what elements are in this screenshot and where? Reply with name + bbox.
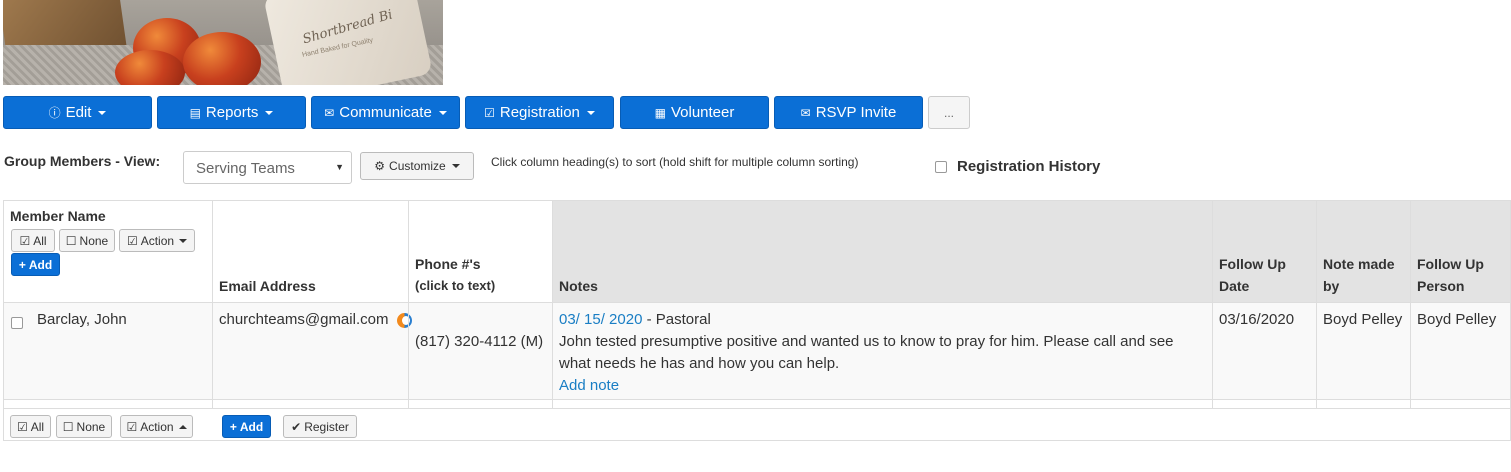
customize-button-label: Customize (389, 159, 446, 173)
chevron-down-icon: ▼ (335, 162, 344, 172)
calendar-icon: ▦ (654, 105, 666, 120)
column-divider (553, 201, 1213, 411)
footer-add-label: Add (239, 419, 264, 434)
members-table: Member Name ☑ All ☐ None ☑ Action + Add … (3, 200, 1511, 441)
envelope-outline-icon: ✉ (800, 105, 811, 120)
view-bar: Group Members - View: Serving Teams ▼ ⚙ … (4, 150, 1204, 186)
banner-image: Shortbread Bi Hand Baked for Quality (3, 0, 443, 85)
footer-none-label: None (76, 419, 106, 434)
registration-button-label: Registration (499, 104, 580, 121)
shortbread-bag-graphic: Shortbread Bi Hand Baked for Quality (263, 0, 433, 85)
follow-up-person-value: Boyd Pelley (1417, 311, 1497, 328)
footer-action-button[interactable]: ☑ Action (120, 415, 193, 438)
follow-up-person-header[interactable]: Follow Up Person (1417, 253, 1484, 297)
view-select[interactable]: Serving Teams ▼ (183, 151, 352, 184)
footer-all-label: All (30, 419, 45, 434)
reports-button-label: Reports (205, 104, 259, 121)
group-members-view-label: Group Members - View: (4, 153, 161, 169)
communicate-button-label: Communicate (339, 104, 432, 121)
column-divider (1317, 201, 1411, 411)
sort-hint: Click column heading(s) to sort (hold sh… (491, 155, 859, 169)
registration-history-toggle[interactable]: Registration History (935, 158, 1100, 175)
square-icon: ☐ (62, 419, 74, 434)
column-divider (1213, 201, 1317, 411)
customize-button[interactable]: ⚙ Customize (360, 152, 474, 180)
footer-register-label: Register (304, 419, 349, 434)
registration-history-label: Registration History (957, 158, 1101, 175)
view-select-value: Serving Teams (196, 160, 295, 177)
apple-graphic (183, 32, 261, 85)
rsvp-invite-button[interactable]: ✉ RSVP Invite (774, 96, 923, 129)
rsvp-invite-button-label: RSVP Invite (815, 104, 897, 121)
caret-down-icon (451, 164, 460, 168)
footer-register-button[interactable]: ✔ Register (283, 415, 357, 438)
footer-add-button[interactable]: + Add (222, 415, 271, 438)
more-button-label: ... (943, 105, 954, 120)
follow-up-person-header-line2: Person (1417, 278, 1465, 294)
caret-down-icon (98, 110, 107, 115)
caret-down-icon (438, 110, 447, 115)
footer-action-label: Action (140, 419, 174, 434)
info-icon: ⓘ (48, 106, 61, 120)
column-divider (4, 201, 213, 411)
registration-button[interactable]: ☑ Registration (465, 96, 614, 129)
caret-up-icon (178, 424, 187, 429)
table-footer: ☑ All ☐ None ☑ Action + Add ✔ Register (4, 408, 1510, 440)
column-divider (409, 201, 553, 411)
plus-icon: + (229, 419, 237, 434)
follow-up-person-header-line1: Follow Up (1417, 256, 1484, 272)
column-divider (213, 201, 409, 411)
check-icon: ✔ (291, 419, 302, 434)
communicate-button[interactable]: ✉ Communicate (311, 96, 460, 129)
check-square-icon: ☑ (126, 419, 138, 434)
gear-icon: ⚙ (374, 159, 386, 173)
check-square-icon: ☑ (484, 105, 495, 120)
volunteer-button[interactable]: ▦ Volunteer (620, 96, 769, 129)
edit-button-label: Edit (65, 104, 92, 121)
footer-select-none-button[interactable]: ☐ None (56, 415, 112, 438)
footer-select-all-button[interactable]: ☑ All (10, 415, 51, 438)
reports-button[interactable]: ▤ Reports (157, 96, 306, 129)
more-button[interactable]: ... (928, 96, 970, 129)
registration-history-checkbox[interactable] (935, 160, 947, 173)
document-icon: ▤ (189, 105, 201, 120)
caret-down-icon (265, 110, 274, 115)
envelope-icon: ✉ (324, 105, 335, 120)
caret-down-icon (586, 110, 595, 115)
edit-button[interactable]: ⓘ Edit (3, 96, 152, 129)
volunteer-button-label: Volunteer (670, 104, 735, 121)
check-square-icon: ☑ (16, 419, 28, 434)
